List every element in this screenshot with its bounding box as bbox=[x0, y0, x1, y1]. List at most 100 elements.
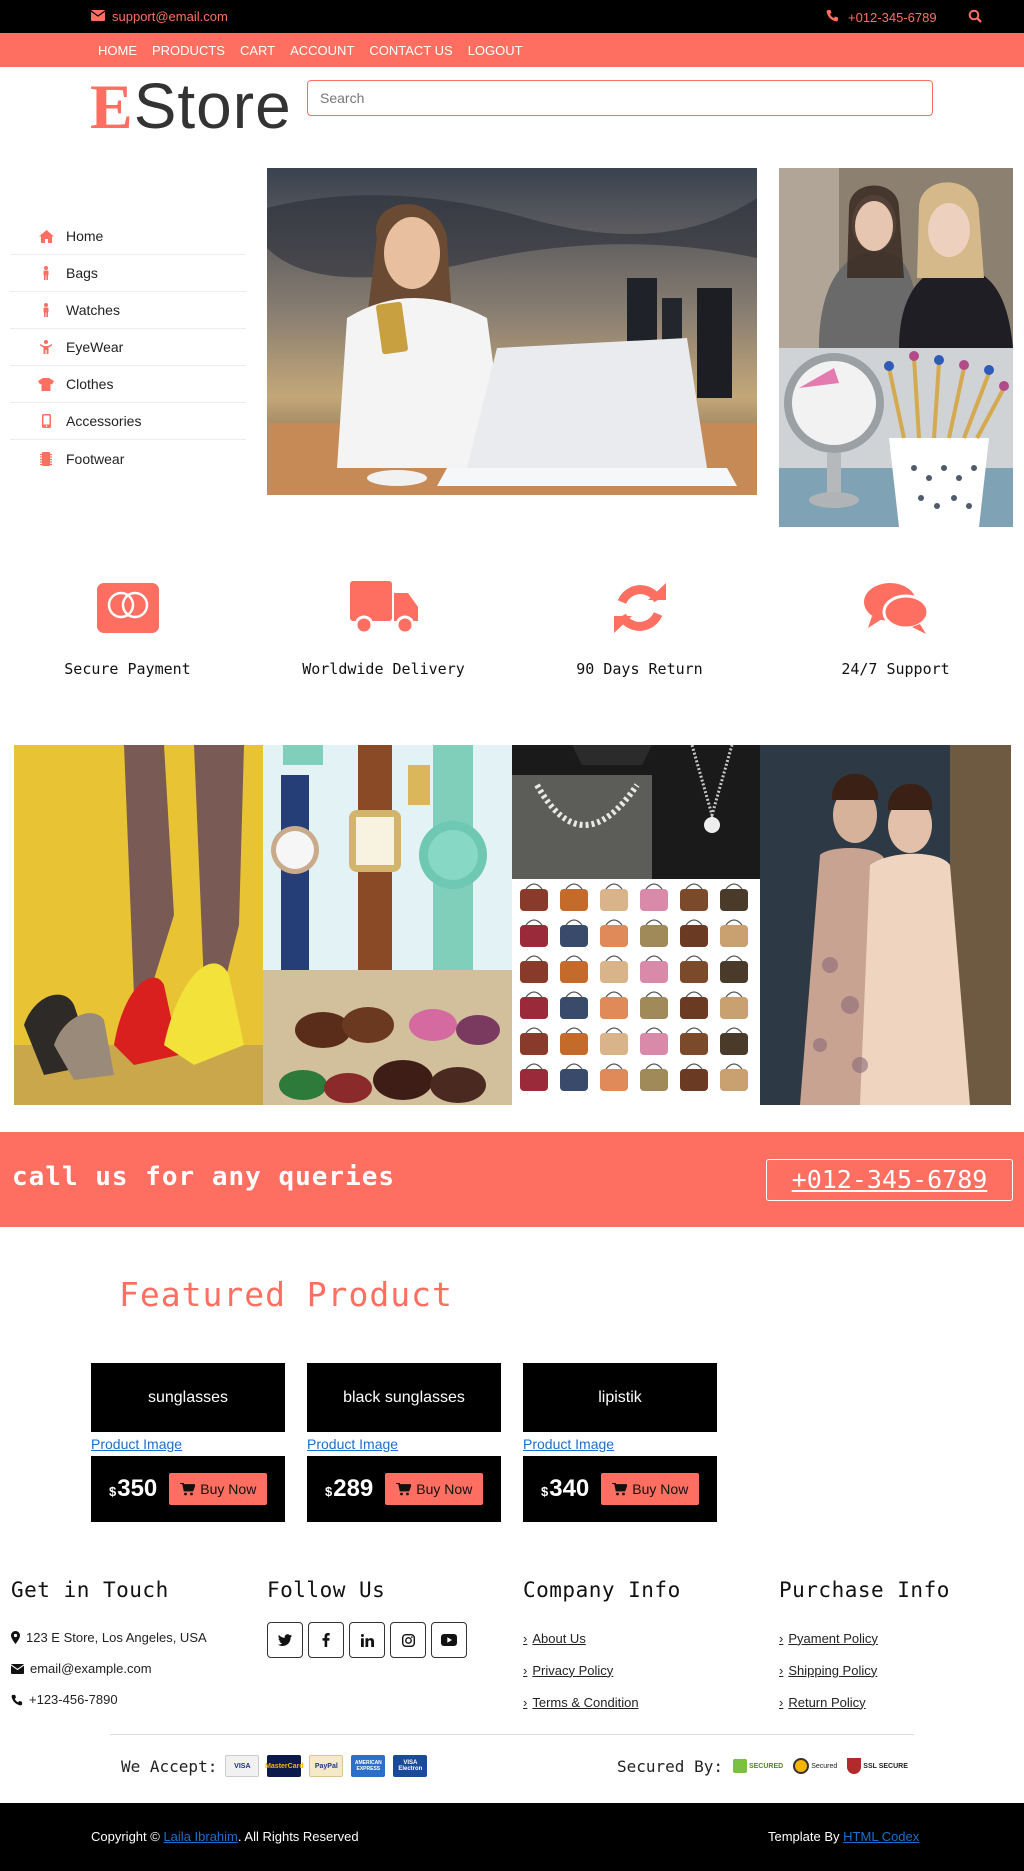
sync-icon bbox=[512, 580, 767, 636]
author-link[interactable]: Laila Ibrahim bbox=[163, 1829, 237, 1844]
nav-products[interactable]: PRODUCTS bbox=[152, 43, 225, 58]
buy-now-button[interactable]: Buy Now bbox=[169, 1473, 268, 1505]
copyright-bar: Copyright © Laila Ibrahim. All Rights Re… bbox=[0, 1803, 1024, 1871]
topbar-email[interactable]: support@email.com bbox=[90, 9, 228, 24]
footer-link-payment-policy[interactable]: › Pyament Policy bbox=[779, 1622, 950, 1654]
footer-link-shipping-policy[interactable]: › Shipping Policy bbox=[779, 1654, 950, 1686]
category-image-footwear[interactable] bbox=[14, 745, 263, 1105]
feature-247-support: 24/7 Support bbox=[768, 580, 1023, 678]
secured-seal-icon: SECURED bbox=[732, 1755, 783, 1777]
category-item-bags[interactable]: Bags bbox=[10, 255, 246, 292]
envelope-icon bbox=[11, 1663, 24, 1674]
product-name[interactable]: lipistik bbox=[523, 1363, 717, 1432]
buy-now-button[interactable]: Buy Now bbox=[601, 1473, 700, 1505]
child-icon bbox=[38, 340, 54, 354]
nav-cart[interactable]: CART bbox=[240, 43, 275, 58]
category-item-accessories[interactable]: Accessories bbox=[10, 403, 246, 440]
mastercard-icon bbox=[0, 580, 255, 636]
footer-email[interactable]: email@example.com bbox=[11, 1653, 207, 1684]
category-item-eyewear[interactable]: EyeWear bbox=[10, 329, 246, 366]
topbar-phone[interactable]: +012-345-6789 bbox=[826, 9, 937, 25]
product-image-broken[interactable]: Product Image bbox=[91, 1432, 285, 1456]
footer-link-about-us[interactable]: › About Us bbox=[523, 1622, 681, 1654]
youtube-icon[interactable] bbox=[431, 1622, 467, 1658]
chevron-right-icon: › bbox=[779, 1662, 784, 1678]
category-label: Clothes bbox=[66, 376, 114, 392]
hero-banner-image[interactable] bbox=[267, 168, 757, 495]
secured-by-label: Secured By: bbox=[617, 1756, 723, 1776]
visa-card-icon: VISA bbox=[225, 1755, 260, 1777]
topbar-phone-text: +012-345-6789 bbox=[848, 9, 937, 25]
footer-address: 123 E Store, Los Angeles, USA bbox=[11, 1622, 207, 1653]
product-card: sunglasses Product Image $350 Buy Now bbox=[91, 1363, 285, 1522]
product-image-broken[interactable]: Product Image bbox=[523, 1432, 717, 1456]
feature-90-days-return: 90 Days Return bbox=[512, 580, 767, 678]
phone-icon bbox=[11, 1694, 23, 1705]
map-marker-icon bbox=[11, 1631, 20, 1644]
hero-side-image-makeup[interactable] bbox=[779, 348, 1013, 527]
category-item-home[interactable]: Home bbox=[10, 218, 246, 255]
person-icon bbox=[38, 303, 54, 317]
person-icon bbox=[38, 266, 54, 280]
footer-link-privacy-policy[interactable]: › Privacy Policy bbox=[523, 1654, 681, 1686]
facebook-icon[interactable] bbox=[308, 1622, 344, 1658]
mobile-icon bbox=[38, 414, 54, 428]
footer-get-in-touch: Get in Touch 123 E Store, Los Angeles, U… bbox=[11, 1578, 207, 1715]
secured-badge-icon: Secured bbox=[793, 1755, 837, 1777]
footer-link-return-policy[interactable]: › Return Policy bbox=[779, 1686, 950, 1718]
search-icon[interactable] bbox=[968, 9, 982, 26]
call-us-phone-button[interactable]: +012-345-6789 bbox=[766, 1159, 1013, 1201]
product-image-broken[interactable]: Product Image bbox=[307, 1432, 501, 1456]
category-item-footwear[interactable]: Footwear bbox=[10, 440, 246, 477]
comments-icon bbox=[768, 580, 1023, 636]
category-label: Watches bbox=[66, 302, 120, 318]
category-image-eyewear[interactable] bbox=[263, 970, 512, 1105]
nav-account[interactable]: ACCOUNT bbox=[290, 43, 354, 58]
instagram-icon[interactable] bbox=[390, 1622, 426, 1658]
linkedin-icon[interactable] bbox=[349, 1622, 385, 1658]
feature-secure-payment: Secure Payment bbox=[0, 580, 255, 678]
nav-logout[interactable]: LOGOUT bbox=[468, 43, 523, 58]
category-image-bags[interactable] bbox=[512, 879, 760, 1105]
category-image-watches[interactable] bbox=[263, 745, 512, 970]
nav-contact-us[interactable]: CONTACT US bbox=[369, 43, 452, 58]
category-label: Accessories bbox=[66, 413, 142, 429]
hero-side-image-fashion[interactable] bbox=[779, 168, 1013, 348]
security-seals: Secured By: SECURED Secured SSL SECURE bbox=[617, 1755, 908, 1777]
cart-icon bbox=[180, 1482, 196, 1495]
template-link[interactable]: HTML Codex bbox=[843, 1829, 919, 1844]
chevron-right-icon: › bbox=[779, 1630, 784, 1646]
category-image-jewellery[interactable] bbox=[512, 745, 760, 879]
product-price: $350 bbox=[109, 1475, 158, 1502]
visa-electron-card-icon: VISA Electron bbox=[393, 1755, 428, 1777]
amex-card-icon: AMERICAN EXPRESS bbox=[351, 1755, 386, 1777]
category-label: EyeWear bbox=[66, 339, 124, 355]
category-label: Home bbox=[66, 228, 104, 244]
chevron-right-icon: › bbox=[779, 1694, 784, 1710]
brand-logo[interactable]: EStore bbox=[90, 73, 292, 140]
microchip-icon bbox=[38, 451, 54, 466]
product-name[interactable]: sunglasses bbox=[91, 1363, 285, 1432]
footer-link-terms[interactable]: › Terms & Condition bbox=[523, 1686, 681, 1718]
category-image-clothes[interactable] bbox=[760, 745, 1011, 1105]
paypal-card-icon: PayPal bbox=[309, 1755, 344, 1777]
template-credit: Template By HTML Codex bbox=[768, 1829, 920, 1844]
feature-label: Worldwide Delivery bbox=[302, 660, 465, 678]
mastercard-card-icon: MasterCard bbox=[265, 1755, 304, 1777]
product-name[interactable]: black sunglasses bbox=[307, 1363, 501, 1432]
buy-now-button[interactable]: Buy Now bbox=[385, 1473, 484, 1505]
envelope-icon bbox=[90, 9, 106, 24]
footer-divider bbox=[110, 1734, 914, 1735]
footer-phone[interactable]: +123-456-7890 bbox=[11, 1684, 207, 1715]
brand-logo-first: E bbox=[90, 71, 134, 142]
nav-home[interactable]: HOME bbox=[98, 43, 137, 58]
category-item-clothes[interactable]: Clothes bbox=[10, 366, 246, 403]
product-price: $340 bbox=[541, 1475, 590, 1502]
twitter-icon[interactable] bbox=[267, 1622, 303, 1658]
top-bar: support@email.com +012-345-6789 bbox=[0, 0, 1024, 33]
category-item-watches[interactable]: Watches bbox=[10, 292, 246, 329]
chevron-right-icon: › bbox=[523, 1630, 528, 1646]
we-accept-label: We Accept: bbox=[121, 1756, 218, 1776]
chevron-right-icon: › bbox=[523, 1694, 528, 1710]
search-input[interactable] bbox=[307, 80, 933, 116]
